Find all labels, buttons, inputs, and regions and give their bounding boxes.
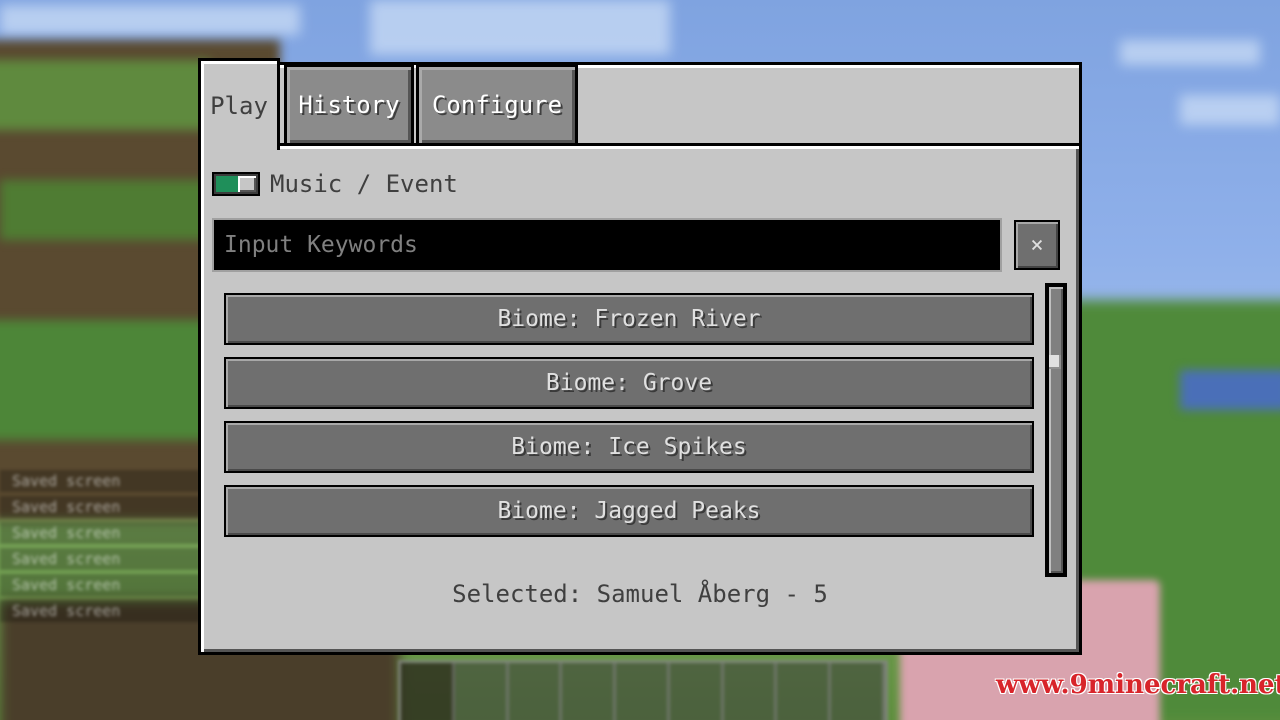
track-list: Biome: Frozen River Biome: Grove Biome: … <box>224 293 1034 549</box>
hotbar-slot <box>455 663 509 720</box>
clear-search-button[interactable]: × <box>1014 220 1060 270</box>
tab-history[interactable]: History <box>284 64 414 146</box>
cloud <box>370 0 670 55</box>
scrollbar-thumb[interactable] <box>1049 355 1061 369</box>
toggle-on-indicator <box>216 176 238 192</box>
chat-line: Saved screen <box>0 496 200 518</box>
toggle-knob <box>238 176 256 192</box>
search-box <box>212 218 1002 272</box>
chat-line: Saved screen <box>0 548 200 570</box>
cloud <box>1120 40 1260 65</box>
tab-configure[interactable]: Configure <box>416 64 578 146</box>
list-item[interactable]: Biome: Jagged Peaks <box>224 485 1034 537</box>
list-item[interactable]: Biome: Ice Spikes <box>224 421 1034 473</box>
tab-play[interactable]: Play <box>198 58 280 150</box>
music-event-toggle[interactable] <box>212 172 260 196</box>
cloud <box>1180 95 1280 125</box>
list-item[interactable]: Biome: Grove <box>224 357 1034 409</box>
hill-grass <box>0 180 230 240</box>
hill-grass <box>0 60 210 130</box>
tab-strip: Play History Configure <box>198 58 1082 150</box>
hotbar-slot <box>670 663 724 720</box>
selected-status: Selected: Samuel Åberg - 5 <box>452 580 828 608</box>
chat-line: Saved screen <box>0 600 200 622</box>
hotbar-slot <box>562 663 617 720</box>
hotbar-slot <box>831 663 886 720</box>
search-input[interactable] <box>214 220 1000 270</box>
water <box>1180 370 1280 410</box>
hotbar-slot <box>777 663 832 720</box>
cloud <box>0 5 300 35</box>
hotbar-slot <box>724 663 778 720</box>
list-item[interactable]: Biome: Frozen River <box>224 293 1034 345</box>
toggle-label: Music / Event <box>270 170 458 198</box>
chat-line: Saved screen <box>0 470 200 492</box>
hotbar-slot <box>401 663 455 720</box>
chat-line: Saved screen <box>0 574 200 596</box>
scrollbar-track <box>1049 287 1063 573</box>
hotbar <box>398 660 888 720</box>
site-watermark: www.9minecraft.net <box>996 670 1280 700</box>
hotbar-slot <box>616 663 670 720</box>
chat-log: Saved screen Saved screen Saved screen S… <box>0 470 200 626</box>
hotbar-slot <box>509 663 563 720</box>
chat-line: Saved screen <box>0 522 200 544</box>
list-scrollbar[interactable] <box>1045 283 1067 577</box>
